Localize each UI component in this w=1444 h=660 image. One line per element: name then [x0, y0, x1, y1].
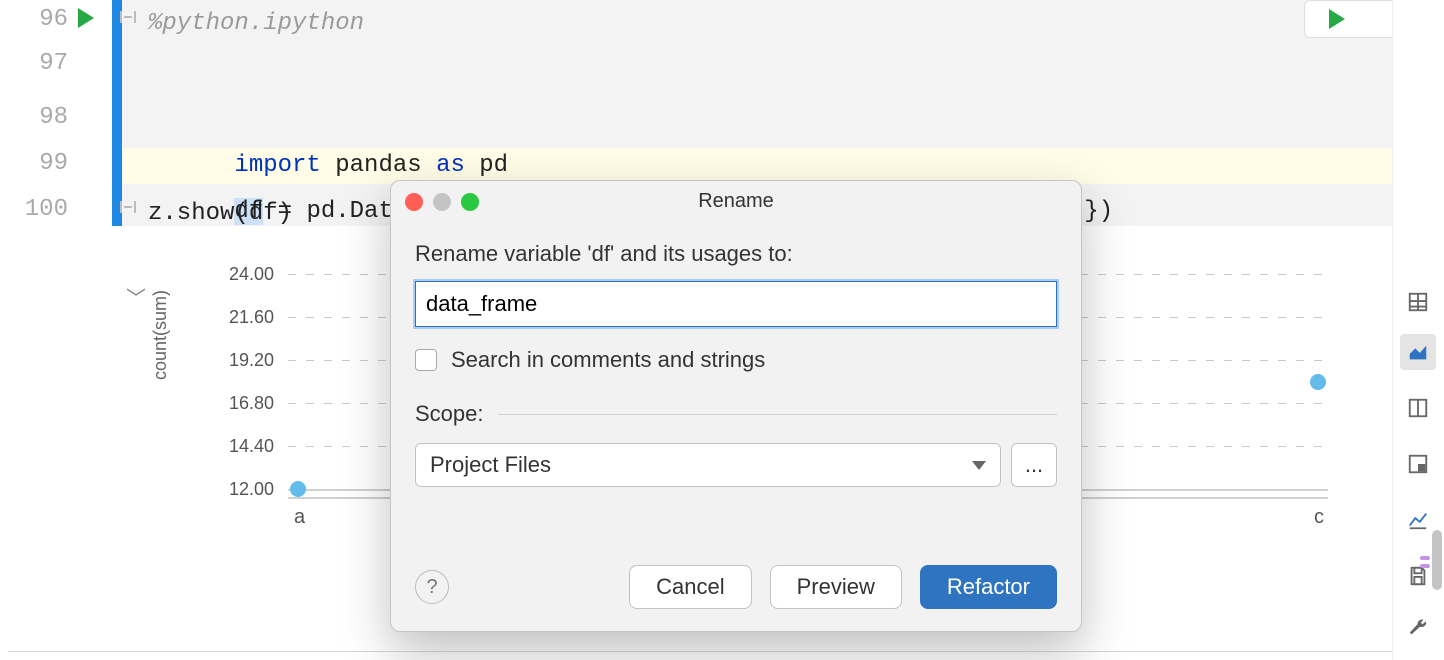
refactor-label: Refactor [947, 574, 1030, 600]
chart-tick: 16.80 [204, 393, 274, 414]
scope-value: Project Files [430, 452, 551, 478]
table-view-icon[interactable] [1400, 284, 1436, 320]
preview-label: Preview [797, 574, 875, 600]
cancel-label: Cancel [656, 574, 724, 600]
line-number: 96 [12, 6, 68, 33]
scope-more-button[interactable]: ... [1011, 443, 1057, 487]
line-number: 97 [12, 50, 68, 77]
chart-tick: 19.20 [204, 350, 274, 371]
run-cell-icon[interactable] [78, 8, 94, 28]
help-button[interactable]: ? [415, 570, 449, 604]
dialog-title: Rename [391, 190, 1081, 213]
collapse-output-icon[interactable]: ﹀ [126, 282, 146, 311]
code-text: z.show(df) [148, 200, 292, 227]
minimize-window-icon[interactable] [433, 193, 451, 211]
chart-category-label: a [294, 506, 305, 529]
chart-point-c [1310, 374, 1326, 390]
line-chart-icon[interactable] [1400, 502, 1436, 538]
zoom-window-icon[interactable] [461, 193, 479, 211]
line-number: 99 [12, 150, 68, 177]
search-comments-checkbox[interactable] [415, 349, 437, 371]
marker-icon [1420, 556, 1444, 568]
expand-icon[interactable] [1400, 446, 1436, 482]
line-number: 98 [12, 104, 68, 131]
settings-wrench-icon[interactable] [1400, 610, 1436, 646]
chart-point-a [290, 481, 306, 497]
gutter: 96 97 98 99 100 [0, 0, 112, 660]
close-window-icon[interactable] [405, 193, 423, 211]
chart-tick: 14.40 [204, 436, 274, 457]
dialog-titlebar[interactable]: Rename [391, 181, 1081, 223]
fold-marker[interactable] [124, 206, 132, 208]
scope-label: Scope: [415, 401, 484, 427]
area-chart-icon[interactable] [1400, 334, 1436, 370]
run-icon[interactable] [1329, 9, 1345, 29]
divider [8, 651, 1392, 652]
chart-tick: 21.60 [204, 307, 274, 328]
chevron-down-icon [972, 461, 986, 470]
fold-marker[interactable] [124, 16, 132, 18]
search-comments-label: Search in comments and strings [451, 347, 765, 373]
rename-dialog: Rename Rename variable 'df' and its usag… [390, 180, 1082, 632]
new-name-input[interactable] [415, 281, 1057, 327]
preview-button[interactable]: Preview [770, 565, 902, 609]
ellipsis-label: ... [1025, 452, 1043, 478]
dialog-prompt: Rename variable 'df' and its usages to: [415, 241, 1057, 267]
help-label: ? [426, 576, 437, 599]
chart-category-label: c [1314, 506, 1324, 529]
scope-select[interactable]: Project Files [415, 443, 1001, 487]
split-view-icon[interactable] [1400, 390, 1436, 426]
chart-y-axis-label: count(sum) [150, 290, 171, 380]
line-number: 100 [12, 196, 68, 223]
chart-tick: 12.00 [204, 479, 274, 500]
cell-marker [112, 0, 122, 226]
divider [498, 414, 1058, 415]
result-view-toolbar [1392, 0, 1444, 660]
cancel-button[interactable]: Cancel [629, 565, 751, 609]
code-text: %python.ipython [148, 10, 364, 37]
refactor-button[interactable]: Refactor [920, 565, 1057, 609]
chart-tick: 24.00 [204, 264, 274, 285]
